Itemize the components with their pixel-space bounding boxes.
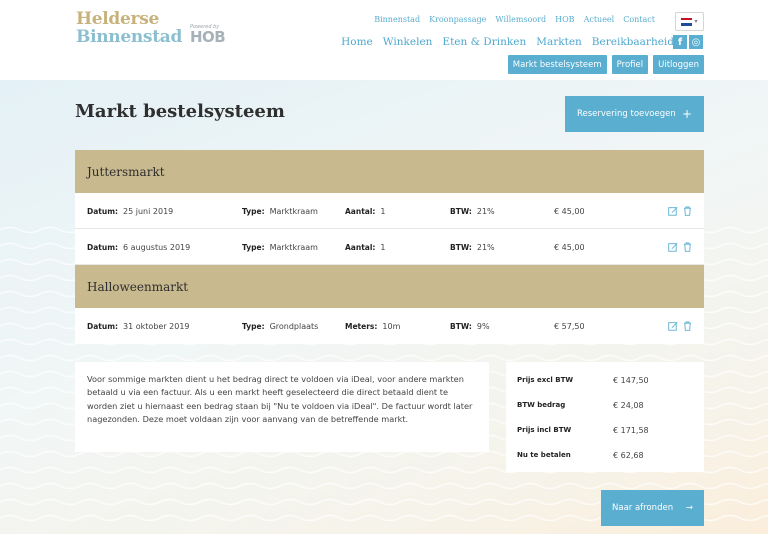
type-value: Grondplaats [269,321,319,331]
date-value: 6 augustus 2019 [123,242,191,252]
user-buttons: Markt bestelsysteem Profiel Uitloggen [507,55,704,74]
topnav-contact[interactable]: Contact [623,15,655,24]
total-label: Prijs excl BTW [517,376,574,384]
page-title: Markt bestelsysteem [75,101,285,122]
powered-by-logo: Powered by HOB [190,24,226,46]
edit-icon[interactable] [668,321,678,331]
type-value: Marktkraam [269,206,318,216]
total-value: € 171,58 [613,425,649,435]
quantity-label: Aantal: [345,242,376,252]
total-row: Nu te betalen € 62,68 [517,449,644,461]
nav-eten-drinken[interactable]: Eten & Drinken [442,36,526,48]
quantity-value: 1 [380,242,386,252]
language-selector[interactable]: ▾ [675,12,704,31]
market-header: Halloweenmarkt [75,265,704,308]
reservation-row: Datum: 31 oktober 2019 Type: Grondplaats M… [75,308,704,344]
total-value: € 147,50 [613,375,649,385]
market-header: Juttersmarkt [75,150,704,193]
date-label: Datum: [87,321,119,331]
trash-icon[interactable] [683,206,692,216]
profiel-button[interactable]: Profiel [611,55,649,74]
meters-value: 10m [382,321,401,331]
type-label: Type: [242,242,265,252]
price-value: € 45,00 [554,206,585,216]
btw-value: 21% [476,242,495,252]
social-links: f ◎ [673,35,703,49]
market-name: Juttersmarkt [87,164,165,179]
main-navigation: Home Winkelen Eten & Drinken Markten Ber… [341,36,674,48]
type-value: Marktkraam [269,242,318,252]
total-row: Prijs incl BTW € 171,58 [517,424,649,436]
add-reservation-button[interactable]: Reservering toevoegen + [565,96,704,132]
site-logo[interactable]: Helderse Binnenstad [76,10,182,46]
trash-icon[interactable] [683,242,692,252]
markt-bestelsysteem-button[interactable]: Markt bestelsysteem [507,55,607,74]
date-label: Datum: [87,242,119,252]
total-label: BTW bedrag [517,401,566,409]
total-label: Prijs incl BTW [517,426,572,434]
nav-winkelen[interactable]: Winkelen [383,36,433,48]
quantity-value: 1 [380,206,386,216]
topnav-kroonpassage[interactable]: Kroonpassage [429,15,486,24]
date-label: Datum: [87,206,119,216]
nav-home[interactable]: Home [341,36,373,48]
arrow-right-icon: → [685,503,693,513]
finish-button[interactable]: Naar afronden → [601,490,704,526]
date-value: 25 juni 2019 [123,206,174,216]
site-header: Helderse Binnenstad Powered by HOB Binne… [0,0,768,80]
total-value: € 62,68 [613,450,644,460]
chevron-down-icon: ▾ [694,17,698,25]
meters-label: Meters: [345,321,378,331]
total-row: Prijs excl BTW € 147,50 [517,374,649,386]
btw-value: 21% [476,206,495,216]
market-name: Halloweenmarkt [87,279,189,294]
total-label: Nu te betalen [517,451,571,459]
quantity-label: Aantal: [345,206,376,216]
btw-label: BTW: [450,321,472,331]
nl-flag-icon [681,17,693,26]
btw-label: BTW: [450,206,472,216]
topnav-hob[interactable]: HOB [555,15,574,24]
finish-button-label: Naar afronden [612,503,674,513]
add-reservation-label: Reservering toevoegen [577,109,676,119]
trash-icon[interactable] [683,321,692,331]
topnav-binnenstad[interactable]: Binnenstad [374,15,420,24]
topnav-actueel[interactable]: Actueel [584,15,615,24]
nav-markten[interactable]: Markten [536,36,582,48]
btw-label: BTW: [450,242,472,252]
logo-line-2: Binnenstad [76,27,183,47]
main-content: Markt bestelsysteem Reservering toevoege… [0,0,768,534]
type-label: Type: [242,206,265,216]
payment-info-text: Voor sommige markten dient u het bedrag … [75,362,489,452]
edit-icon[interactable] [668,242,678,252]
price-value: € 45,00 [554,242,585,252]
nav-bereikbaarheid[interactable]: Bereikbaarheid [592,36,674,48]
date-value: 31 oktober 2019 [123,321,190,331]
top-navigation: Binnenstad Kroonpassage Willemsoord HOB … [374,15,655,24]
btw-value: 9% [476,321,490,331]
total-row: BTW bedrag € 24,08 [517,399,644,411]
facebook-icon[interactable]: f [673,35,687,49]
reservation-row: Datum: 6 augustus 2019 Type: Marktkraam Aa… [75,229,704,265]
type-label: Type: [242,321,265,331]
hob-logo-text: HOB [190,28,226,46]
totals-panel: Prijs excl BTW € 147,50 BTW bedrag € 24,… [506,362,704,472]
price-value: € 57,50 [554,321,585,331]
instagram-icon[interactable]: ◎ [689,35,703,49]
plus-icon: + [681,107,692,121]
reservation-row: Datum: 25 juni 2019 Type: Marktkraam Aanta… [75,193,704,229]
logo-line-1: Helderse [76,9,159,29]
edit-icon[interactable] [668,206,678,216]
total-value: € 24,08 [613,400,644,410]
topnav-willemsoord[interactable]: Willemsoord [495,15,546,24]
uitloggen-button[interactable]: Uitloggen [653,55,704,74]
